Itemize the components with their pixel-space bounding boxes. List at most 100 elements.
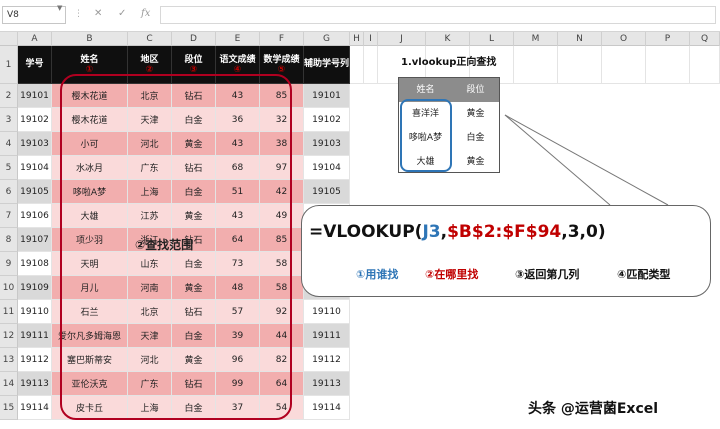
formula-rest: ,3,0) bbox=[561, 222, 606, 242]
table-cell[interactable]: 19105 bbox=[18, 180, 52, 204]
column-header-c[interactable]: C bbox=[128, 32, 172, 46]
table-cell[interactable]: 19102 bbox=[304, 108, 350, 132]
column-header-i[interactable]: I bbox=[364, 32, 378, 46]
header-label: 姓名 bbox=[80, 54, 99, 65]
formula-bar: V8 ▼ ⋮ ✕ ✓ fx bbox=[0, 0, 720, 32]
empty-cell[interactable] bbox=[558, 46, 602, 84]
formula-arg-lookup: J3 bbox=[422, 222, 441, 242]
header-label: 数学成绩 bbox=[263, 54, 300, 65]
legend-column-index: ③返回第几列 bbox=[515, 268, 580, 281]
vlookup-formula: =VLOOKUP(J3,$B$2:$F$94,3,0) bbox=[309, 222, 606, 242]
column-header-b[interactable]: B bbox=[52, 32, 128, 46]
confirm-icon[interactable]: ✓ bbox=[118, 8, 126, 19]
table-cell[interactable]: 19113 bbox=[18, 372, 52, 396]
formula-callout bbox=[301, 205, 711, 297]
formula-input[interactable] bbox=[160, 6, 716, 24]
table-cell[interactable]: 19114 bbox=[18, 396, 52, 420]
row-header-8[interactable]: 8 bbox=[0, 228, 18, 252]
lookup-range-label: ②查找范围 bbox=[135, 238, 194, 252]
column-header-a[interactable]: A bbox=[18, 32, 52, 46]
header-label: 语文成绩 bbox=[219, 54, 256, 65]
formula-arg-range: $B$2:$F$94 bbox=[447, 222, 562, 242]
column-header-o[interactable]: O bbox=[602, 32, 646, 46]
empty-cell[interactable] bbox=[350, 46, 364, 84]
column-header-h[interactable]: H bbox=[350, 32, 364, 46]
row-header-12[interactable]: 12 bbox=[0, 324, 18, 348]
row-header-11[interactable]: 11 bbox=[0, 300, 18, 324]
chevron-down-icon[interactable]: ▼ bbox=[57, 4, 62, 12]
table-cell[interactable]: 19110 bbox=[18, 300, 52, 324]
column-header-bar: ABCDEFGHIJKLMNOPQ bbox=[0, 32, 720, 46]
table-cell[interactable]: 19103 bbox=[304, 132, 350, 156]
more-icon: ⋮ bbox=[74, 9, 83, 19]
header-label: 段位 bbox=[184, 54, 203, 65]
column-header-k[interactable]: K bbox=[426, 32, 470, 46]
table-cell[interactable]: 19110 bbox=[304, 300, 350, 324]
empty-cell[interactable] bbox=[646, 46, 690, 84]
table-cell[interactable]: 19114 bbox=[304, 396, 350, 420]
lookup-values-outline bbox=[400, 99, 452, 172]
empty-cell[interactable] bbox=[690, 46, 720, 84]
legend-match-type: ④匹配类型 bbox=[617, 268, 671, 281]
empty-cell[interactable] bbox=[514, 46, 558, 84]
table-cell[interactable]: 19106 bbox=[18, 204, 52, 228]
table-cell[interactable]: 19105 bbox=[304, 180, 350, 204]
row-header-15[interactable]: 15 bbox=[0, 396, 18, 420]
table-cell[interactable]: 19108 bbox=[18, 252, 52, 276]
header-label: 辅助学号列 bbox=[304, 59, 350, 69]
example-cell[interactable]: 黄金 bbox=[452, 150, 499, 174]
row-header-3[interactable]: 3 bbox=[0, 108, 18, 132]
column-header-f[interactable]: F bbox=[260, 32, 304, 46]
legend-lookup-value: ①用谁找 bbox=[356, 268, 399, 281]
table-cell[interactable]: 19103 bbox=[18, 132, 52, 156]
row-header-2[interactable]: 2 bbox=[0, 84, 18, 108]
table-cell[interactable]: 19107 bbox=[18, 228, 52, 252]
table-cell[interactable]: 19101 bbox=[304, 84, 350, 108]
table-cell[interactable]: 19111 bbox=[18, 324, 52, 348]
table-cell[interactable]: 19112 bbox=[304, 348, 350, 372]
column-header-d[interactable]: D bbox=[172, 32, 216, 46]
row-header-6[interactable]: 6 bbox=[0, 180, 18, 204]
header-label: 学号 bbox=[25, 59, 44, 69]
formula-prefix: =VLOOKUP( bbox=[309, 222, 423, 242]
insert-function-icon[interactable]: fx bbox=[141, 8, 150, 19]
column-header-q[interactable]: Q bbox=[690, 32, 720, 46]
table-cell[interactable]: 19111 bbox=[304, 324, 350, 348]
header-label: 地区 bbox=[140, 54, 159, 65]
row-header-1[interactable]: 1 bbox=[0, 46, 18, 84]
empty-cell[interactable] bbox=[364, 46, 378, 84]
example-title: 1.vlookup正向查找 bbox=[401, 57, 497, 68]
table-cell[interactable]: 19102 bbox=[18, 108, 52, 132]
column-header-n[interactable]: N bbox=[558, 32, 602, 46]
example-header-cell[interactable]: 段位 bbox=[452, 78, 499, 102]
column-header-g[interactable]: G bbox=[304, 32, 350, 46]
row-header-4[interactable]: 4 bbox=[0, 132, 18, 156]
column-header-e[interactable]: E bbox=[216, 32, 260, 46]
column-header-p[interactable]: P bbox=[646, 32, 690, 46]
row-header-14[interactable]: 14 bbox=[0, 372, 18, 396]
row-header-10[interactable]: 10 bbox=[0, 276, 18, 300]
cancel-icon[interactable]: ✕ bbox=[94, 8, 102, 19]
header-cell[interactable]: 学号 bbox=[18, 46, 52, 84]
row-header-5[interactable]: 5 bbox=[0, 156, 18, 180]
example-cell[interactable]: 白金 bbox=[452, 126, 499, 150]
example-cell[interactable]: 黄金 bbox=[452, 102, 499, 126]
table-cell[interactable]: 19101 bbox=[18, 84, 52, 108]
table-cell[interactable]: 19112 bbox=[18, 348, 52, 372]
row-header-7[interactable]: 7 bbox=[0, 204, 18, 228]
column-header-m[interactable]: M bbox=[514, 32, 558, 46]
column-header-l[interactable]: L bbox=[470, 32, 514, 46]
watermark: 头条 @运营菌Excel bbox=[528, 401, 659, 417]
table-cell[interactable]: 19109 bbox=[18, 276, 52, 300]
row-header-9[interactable]: 9 bbox=[0, 252, 18, 276]
header-cell[interactable]: 辅助学号列 bbox=[304, 46, 350, 84]
empty-cell[interactable] bbox=[602, 46, 646, 84]
legend-lookup-range: ②在哪里找 bbox=[425, 268, 479, 281]
table-cell[interactable]: 19104 bbox=[304, 156, 350, 180]
table-cell[interactable]: 19104 bbox=[18, 156, 52, 180]
column-header-j[interactable]: J bbox=[378, 32, 426, 46]
select-all-corner[interactable] bbox=[0, 32, 18, 46]
header-marker: ⑤ bbox=[277, 64, 286, 75]
row-header-13[interactable]: 13 bbox=[0, 348, 18, 372]
table-cell[interactable]: 19113 bbox=[304, 372, 350, 396]
